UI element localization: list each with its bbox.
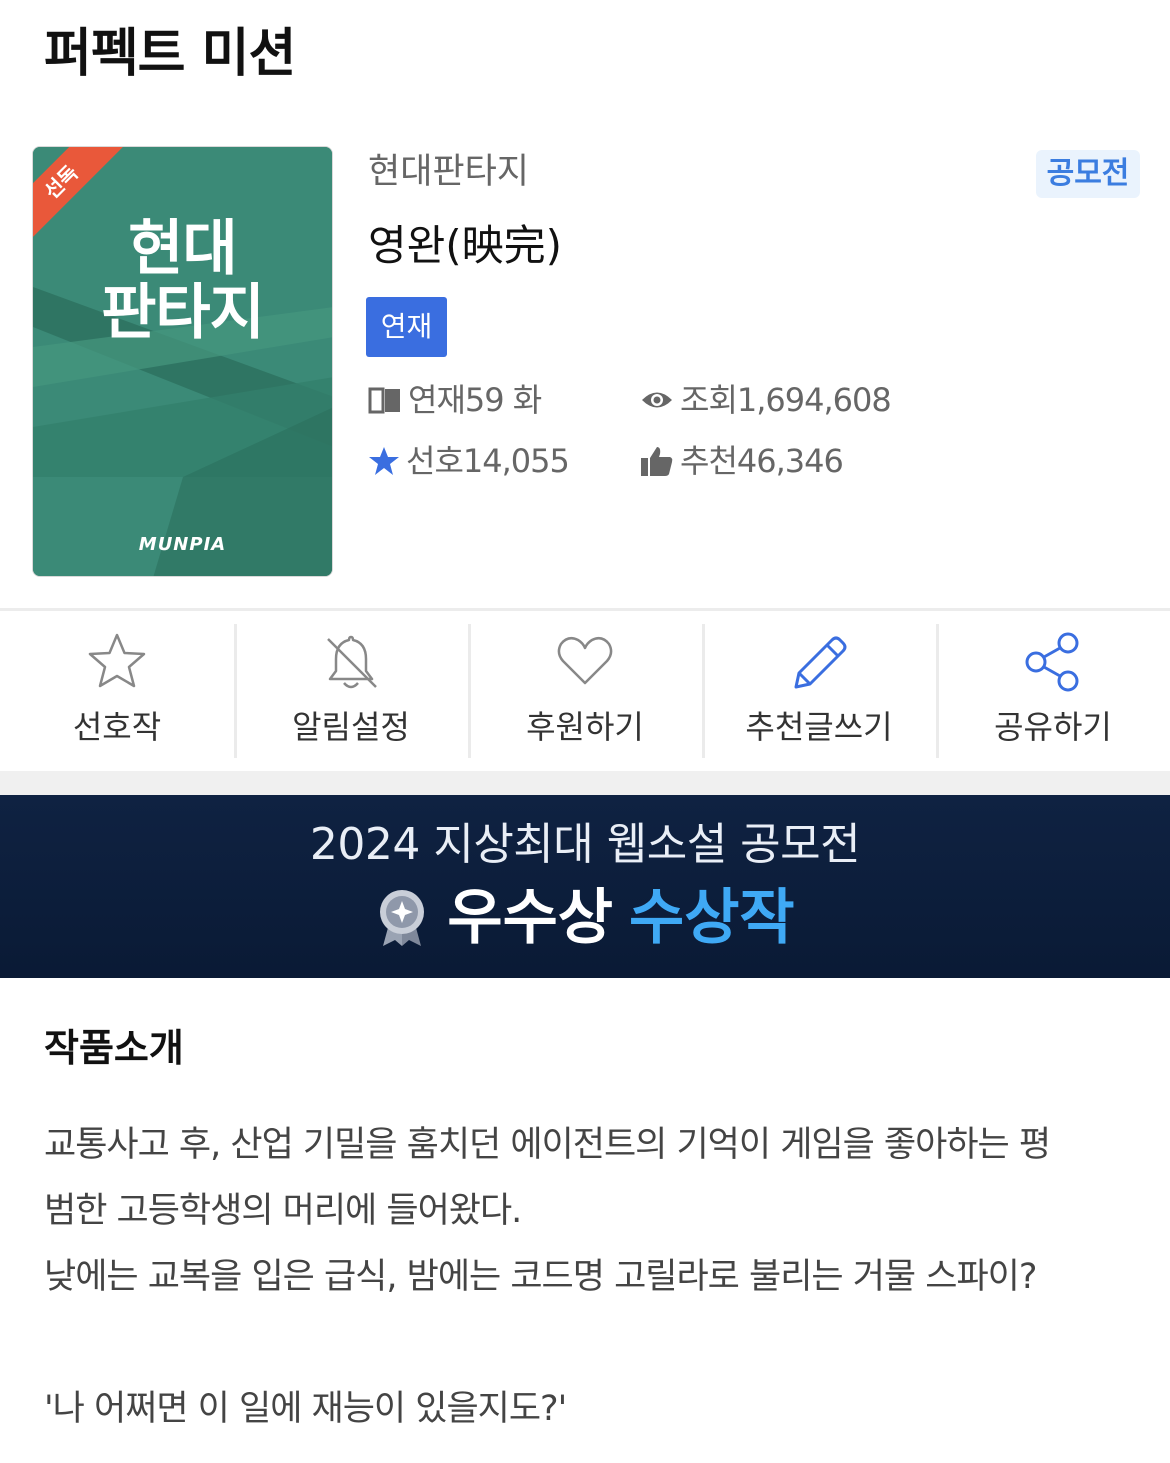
cover-background bbox=[33, 147, 332, 576]
genre-label[interactable]: 현대판타지 bbox=[368, 150, 529, 194]
synopsis-line: 범한 고등학생의 머리에 들어왔다. bbox=[44, 1191, 522, 1231]
view-count: 조회1,694,608 bbox=[640, 380, 892, 420]
publisher-logo: MUNPIA bbox=[138, 534, 227, 555]
synopsis-heading: 작품소개 bbox=[44, 1026, 184, 1070]
favorite-count: 선호14,055 bbox=[368, 441, 570, 481]
contest-badge: 공모전 bbox=[1036, 150, 1140, 198]
share-button[interactable]: 공유하기 bbox=[936, 611, 1170, 771]
share-label: 공유하기 bbox=[994, 708, 1112, 746]
favorite-label: 선호작 bbox=[72, 708, 162, 746]
cover-title: 현대 판타지 bbox=[101, 214, 265, 348]
action-bar: 선호작 알림설정 후원하기 추천글쓰기 공유하기 bbox=[0, 611, 1170, 771]
synopsis-line: 교통사고 후, 산업 기밀을 훔치던 에이전트의 기억이 게임을 좋아하는 평 bbox=[44, 1125, 1051, 1165]
banner-headline: 2024 지상최대 웹소설 공모전 bbox=[309, 819, 861, 870]
banner-award-row: 우수상 수상작 bbox=[0, 883, 1170, 953]
medal-icon bbox=[380, 890, 425, 946]
winner-label: 수상작 bbox=[629, 883, 795, 953]
section-gap bbox=[0, 771, 1170, 795]
star-icon bbox=[369, 447, 399, 475]
pencil-icon bbox=[794, 636, 847, 689]
synopsis-text: 교통사고 후, 산업 기밀을 훔치던 에이전트의 기억이 게임을 좋아하는 평 … bbox=[44, 1112, 1134, 1442]
star-outline-icon bbox=[88, 633, 146, 688]
recommend-count: 추천46,346 bbox=[640, 441, 844, 481]
contest-banner[interactable]: 2024 지상최대 웹소설 공모전 우수상 수상작 bbox=[0, 795, 1170, 978]
synopsis-line bbox=[44, 1310, 1134, 1376]
synopsis-line: 낮에는 교복을 입은 급식, 밤에는 코드명 고릴라로 불리는 거물 스파이? bbox=[44, 1257, 1037, 1297]
heart-outline-icon bbox=[557, 636, 613, 685]
status-badge: 연재 bbox=[366, 297, 447, 357]
novel-title: 영완(映完) bbox=[368, 221, 563, 270]
award-name: 우수상 bbox=[447, 883, 613, 953]
notification-label: 알림설정 bbox=[292, 708, 410, 746]
donate-label: 후원하기 bbox=[526, 708, 644, 746]
page-title: 퍼펙트 미션 bbox=[44, 24, 296, 84]
bell-off-icon bbox=[327, 635, 377, 689]
book-icon bbox=[368, 387, 400, 414]
eye-icon bbox=[642, 392, 672, 408]
favorite-button[interactable]: 선호작 bbox=[0, 611, 234, 771]
share-icon bbox=[1025, 632, 1079, 692]
notification-button[interactable]: 알림설정 bbox=[234, 611, 468, 771]
write-recommendation-label: 추천글쓰기 bbox=[745, 708, 893, 746]
thumbs-up-icon bbox=[641, 447, 673, 476]
synopsis-line: '나 어쩌면 이 일에 재능이 있을지도?' bbox=[44, 1389, 567, 1429]
episode-count: 연재59 화 bbox=[368, 380, 542, 420]
donate-button[interactable]: 후원하기 bbox=[468, 611, 702, 771]
write-recommendation-button[interactable]: 추천글쓰기 bbox=[702, 611, 936, 771]
book-cover[interactable]: 선독 현대 판타지 MUNPIA bbox=[32, 146, 333, 577]
